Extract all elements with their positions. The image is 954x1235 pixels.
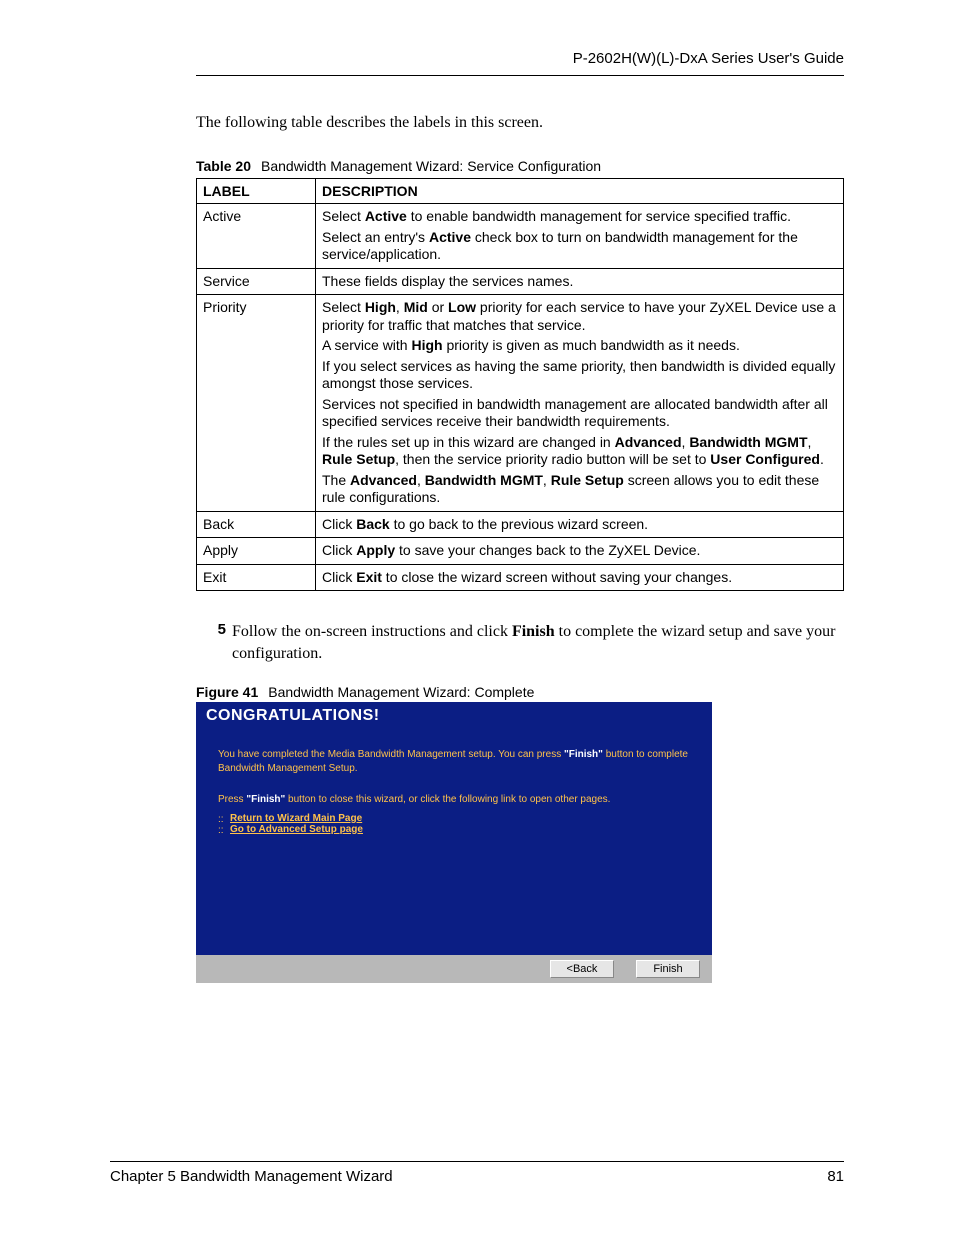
doc-title: P-2602H(W)(L)-DxA Series User's Guide	[573, 50, 844, 67]
wizard-message-2: Press "Finish" button to close this wiza…	[196, 793, 712, 807]
row-description: Select High, Mid or Low priority for eac…	[316, 295, 844, 512]
definitions-table: LABEL DESCRIPTION ActiveSelect Active to…	[196, 178, 844, 591]
wizard-message-1: You have completed the Media Bandwidth M…	[196, 748, 712, 775]
bullet-icon: ::	[218, 814, 226, 822]
row-label: Apply	[197, 538, 316, 565]
back-button[interactable]: <Back	[550, 960, 614, 978]
intro-paragraph: The following table describes the labels…	[196, 114, 844, 132]
wizard-screenshot: CONGRATULATIONS! You have completed the …	[196, 702, 712, 983]
bullet-icon: ::	[218, 825, 226, 833]
table-row: PrioritySelect High, Mid or Low priority…	[197, 295, 844, 512]
row-description: Select Active to enable bandwidth manage…	[316, 204, 844, 269]
link-return-wizard-main[interactable]: Return to Wizard Main Page	[230, 813, 362, 824]
page-footer: Chapter 5 Bandwidth Management Wizard 81	[110, 1161, 844, 1185]
row-description: Click Back to go back to the previous wi…	[316, 511, 844, 538]
table-title: Bandwidth Management Wizard: Service Con…	[261, 158, 601, 174]
link-advanced-setup[interactable]: Go to Advanced Setup page	[230, 824, 363, 835]
footer-chapter: Chapter 5 Bandwidth Management Wizard	[110, 1168, 393, 1185]
table-caption: Table 20 Bandwidth Management Wizard: Ser…	[196, 158, 844, 174]
row-label: Service	[197, 268, 316, 295]
wizard-links: :: Return to Wizard Main Page :: Go to A…	[196, 813, 712, 835]
th-description: DESCRIPTION	[316, 179, 844, 204]
step-5: 5 Follow the on-screen instructions and …	[196, 621, 844, 664]
table-row: ApplyClick Apply to save your changes ba…	[197, 538, 844, 565]
figure-title: Bandwidth Management Wizard: Complete	[268, 684, 534, 700]
step-number: 5	[196, 621, 232, 664]
footer-page-number: 81	[827, 1168, 844, 1185]
table-row: ActiveSelect Active to enable bandwidth …	[197, 204, 844, 269]
row-label: Back	[197, 511, 316, 538]
th-label: LABEL	[197, 179, 316, 204]
row-label: Exit	[197, 564, 316, 591]
row-label: Priority	[197, 295, 316, 512]
table-row: BackClick Back to go back to the previou…	[197, 511, 844, 538]
page-header: P-2602H(W)(L)-DxA Series User's Guide	[196, 50, 844, 76]
row-label: Active	[197, 204, 316, 269]
row-description: These fields display the services names.	[316, 268, 844, 295]
step-text: Follow the on-screen instructions and cl…	[232, 621, 844, 664]
table-row: ServiceThese fields display the services…	[197, 268, 844, 295]
wizard-footer: <Back Finish	[196, 955, 712, 983]
table-number: Table 20	[196, 158, 251, 174]
row-description: Click Apply to save your changes back to…	[316, 538, 844, 565]
figure-caption: Figure 41 Bandwidth Management Wizard: Co…	[196, 684, 844, 700]
table-row: ExitClick Exit to close the wizard scree…	[197, 564, 844, 591]
row-description: Click Exit to close the wizard screen wi…	[316, 564, 844, 591]
wizard-heading: CONGRATULATIONS!	[196, 702, 712, 730]
figure-number: Figure 41	[196, 684, 258, 700]
finish-button[interactable]: Finish	[636, 960, 700, 978]
